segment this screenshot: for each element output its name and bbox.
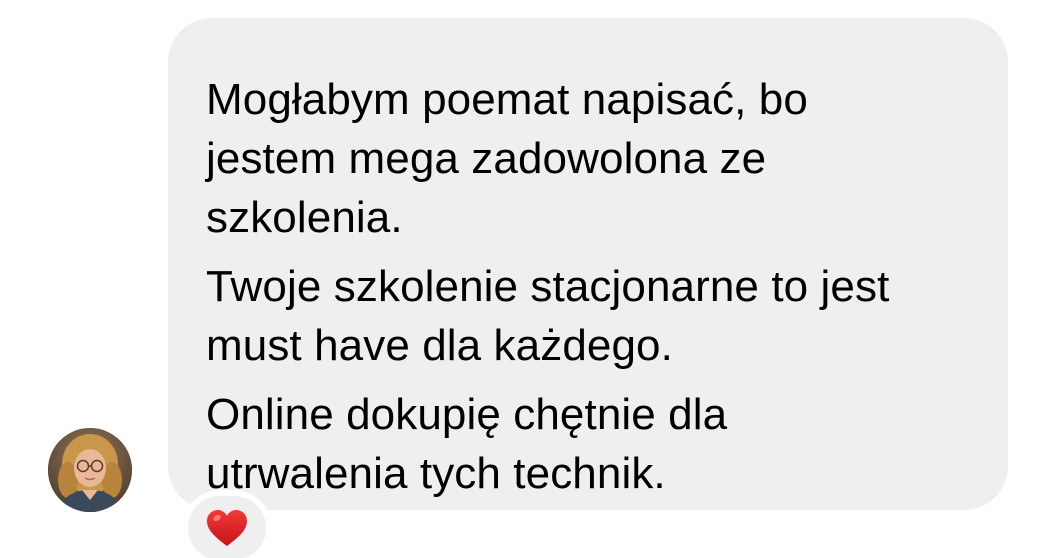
sender-avatar[interactable] [48, 428, 132, 512]
avatar-photo-icon [48, 428, 132, 512]
message-paragraph: Online dokupię chętnie dla utrwalenia ty… [206, 390, 728, 498]
chat-screen: Mogłabym poemat napisać, bo jestem mega … [0, 0, 1057, 558]
reaction-badge[interactable] [182, 490, 272, 558]
message-paragraph: Twoje szkolenie stacjonarne to jest must… [206, 262, 890, 370]
message-bubble[interactable]: Mogłabym poemat napisać, bo jestem mega … [168, 18, 1008, 510]
red-heart-icon [207, 510, 247, 546]
message-paragraph: Mogłabym poemat napisać, bo jestem mega … [206, 75, 808, 242]
